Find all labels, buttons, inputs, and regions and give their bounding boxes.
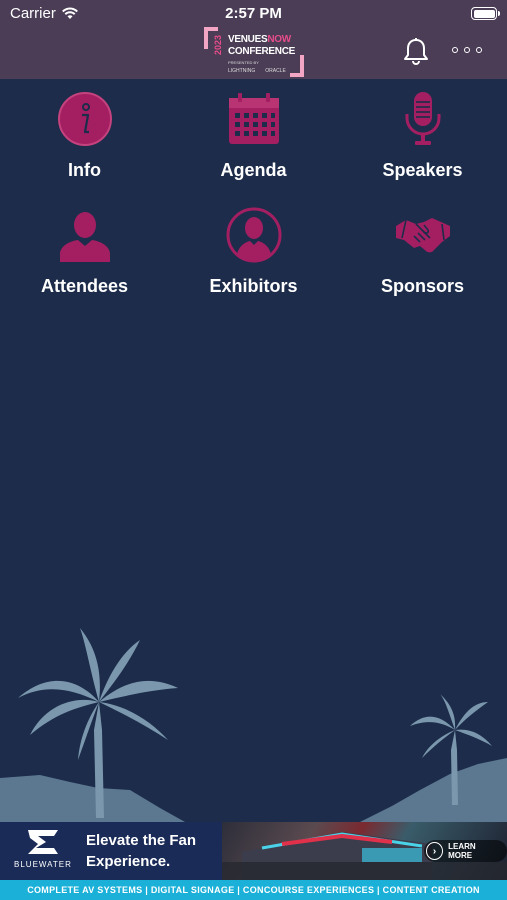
tile-info[interactable]: Info bbox=[0, 80, 169, 196]
tile-agenda[interactable]: Agenda bbox=[169, 80, 338, 196]
conference-logo: 2023 VENUESNOW CONFERENCE PRESENTED BY L… bbox=[204, 27, 304, 77]
logo-sponsor-1: LIGHTNING bbox=[228, 68, 256, 74]
logo-word-conference: CONFERENCE bbox=[228, 46, 296, 57]
logo-year: 2023 bbox=[213, 35, 223, 56]
battery-icon bbox=[471, 7, 497, 20]
tile-label: Info bbox=[68, 160, 101, 180]
tile-label: Exhibitors bbox=[209, 276, 298, 296]
status-time: 2:57 PM bbox=[225, 5, 282, 22]
logo-sponsor-2: ORACLE bbox=[265, 68, 286, 74]
tile-label: Agenda bbox=[220, 160, 287, 180]
bluewater-logo-icon bbox=[28, 830, 58, 854]
person-icon bbox=[60, 212, 110, 262]
status-bar: Carrier 2:57 PM bbox=[0, 0, 507, 28]
ad-services-strip: COMPLETE AV SYSTEMS | DIGITAL SIGNAGE | … bbox=[0, 880, 507, 900]
tile-exhibitors[interactable]: Exhibitors bbox=[169, 196, 338, 312]
more-dot bbox=[476, 47, 482, 53]
ad-headline: Elevate the Fan Experience. bbox=[86, 832, 197, 870]
learn-more-button[interactable]: › LEARN MORE bbox=[424, 840, 507, 862]
more-dot bbox=[464, 47, 470, 53]
logo-sponsors: LIGHTNING ORACLE bbox=[228, 68, 286, 74]
microphone-icon bbox=[405, 92, 441, 145]
ad-photo: › LEARN MORE bbox=[222, 822, 507, 880]
logo-word-now: NOW bbox=[267, 34, 291, 45]
ad-brand-name: BLUEWATER bbox=[14, 860, 72, 869]
chevron-right-icon: › bbox=[426, 842, 444, 860]
handshake-icon bbox=[396, 218, 450, 253]
palm-tree-background bbox=[0, 628, 507, 822]
logo-line-1: VENUESNOW bbox=[228, 34, 291, 45]
tile-label: Sponsors bbox=[380, 276, 464, 296]
logo-word-venues: VENUES bbox=[228, 34, 268, 45]
more-options-button[interactable] bbox=[452, 42, 486, 58]
person-circle-icon bbox=[226, 207, 282, 263]
tile-speakers[interactable]: Speakers bbox=[338, 80, 507, 196]
tile-attendees[interactable]: Attendees bbox=[0, 196, 169, 312]
bell-icon[interactable] bbox=[401, 37, 431, 67]
logo-presented-by: PRESENTED BY bbox=[228, 60, 259, 65]
more-dot bbox=[452, 47, 458, 53]
top-header: Carrier 2:57 PM 2023 VENUESNOW CONFERENC… bbox=[0, 0, 507, 79]
calendar-icon bbox=[229, 93, 279, 144]
tile-sponsors[interactable]: Sponsors bbox=[338, 196, 507, 312]
learn-more-label: LEARN MORE bbox=[448, 842, 476, 860]
ad-banner[interactable]: BLUEWATER Elevate the Fan Experience. › … bbox=[0, 822, 507, 880]
info-icon bbox=[58, 92, 112, 146]
logo-bracket-bottom-right bbox=[290, 55, 304, 77]
tile-label: Attendees bbox=[40, 276, 129, 296]
tile-label: Speakers bbox=[382, 160, 463, 180]
